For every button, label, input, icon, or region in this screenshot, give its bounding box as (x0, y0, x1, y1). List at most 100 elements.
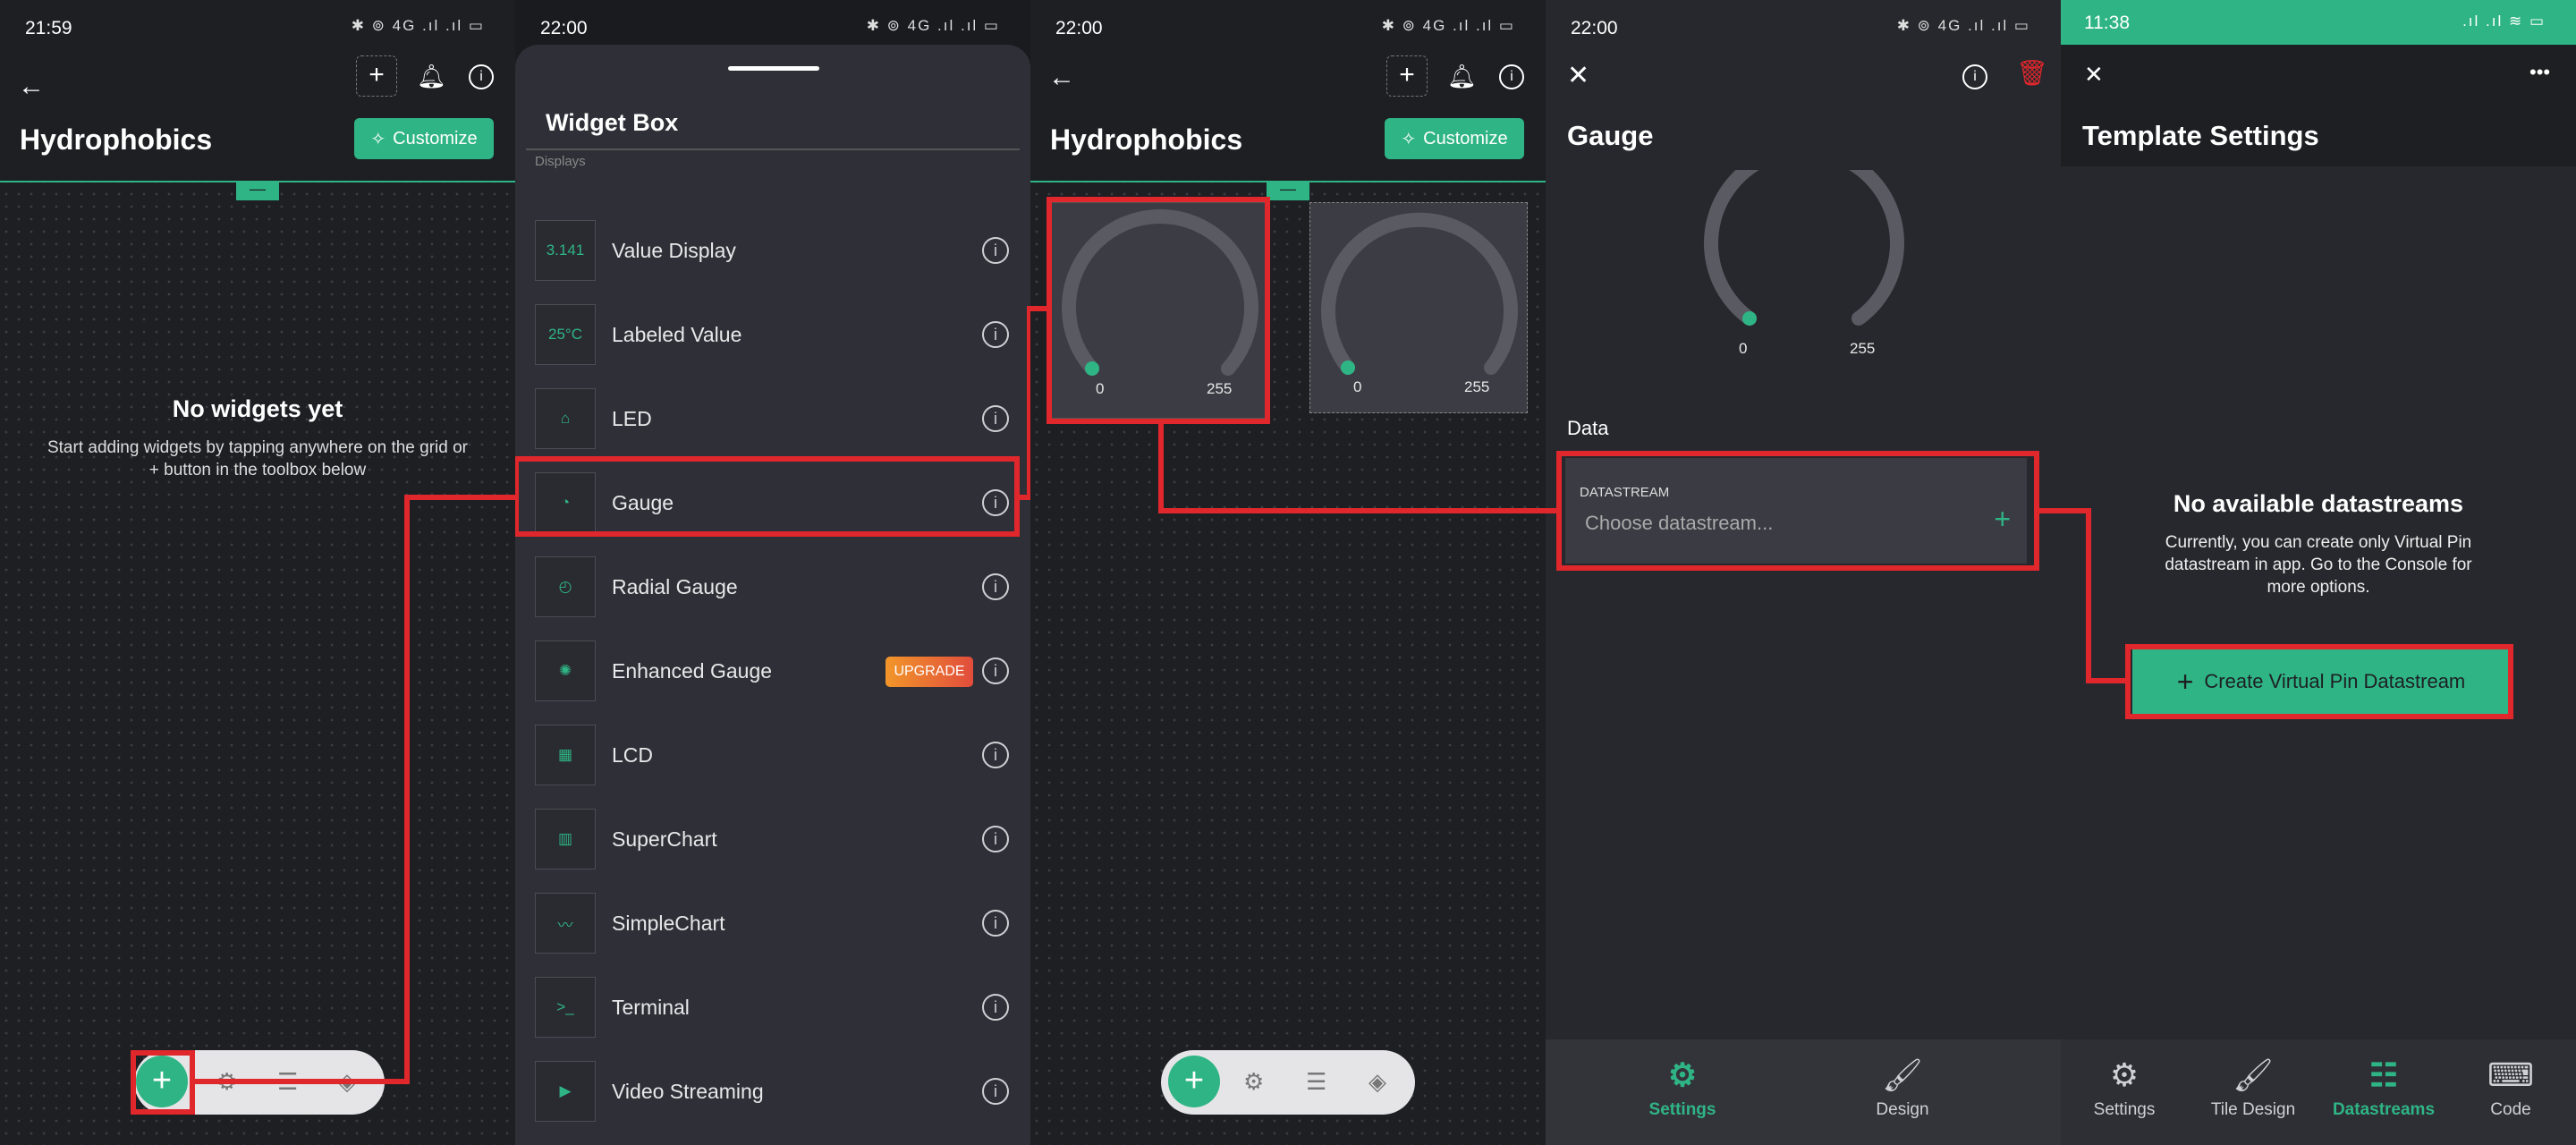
status-icons: ✱ ⊚ 4G .ıl .ıl ▭ (351, 17, 485, 34)
widget-label: SuperChart (612, 827, 717, 851)
connector-line (195, 1079, 410, 1084)
connector-line (2036, 508, 2061, 513)
lcd-icon: ▦ (535, 725, 596, 785)
bell-icon[interactable]: 🔔︎ (1447, 64, 1477, 88)
info-icon[interactable]: i (982, 910, 1009, 937)
empty-title: No widgets yet (172, 395, 343, 422)
close-icon[interactable]: ✕ (1567, 63, 1589, 89)
gauge-min: 0 (1739, 340, 1748, 357)
widget-title: Gauge (1567, 120, 1654, 151)
widget-row[interactable]: >_ Terminal i (535, 971, 1009, 1043)
status-icons: .ıl .ıl ≋ ▭ (2462, 13, 2546, 30)
empty-title: No available datastreams (2173, 490, 2464, 517)
highlight-gauge-row (515, 456, 1020, 537)
nav-label: Design (1876, 1100, 1929, 1119)
highlight-datastream (1556, 451, 2039, 571)
widget-row[interactable]: 25°C Labeled Value i (535, 299, 1009, 370)
upgrade-badge[interactable]: UPGRADE (886, 657, 973, 687)
screen-dashboard-empty: 21:59 ✱ ⊚ 4G .ıl .ıl ▭ ← + 🔔︎ i Hydropho… (0, 0, 515, 1145)
collapse-tab[interactable]: — (236, 181, 279, 200)
section-label: Displays (535, 154, 586, 169)
screen-dashboard-gauges: 22:00 ✱ ⊚ 4G .ıl .ıl ▭ ← + 🔔︎ i Hydropho… (1030, 0, 1546, 1145)
layers-icon[interactable]: ◈ (1368, 1068, 1386, 1096)
bell-icon[interactable]: 🔔︎ (417, 64, 446, 88)
gear-icon: ⚙ (2109, 1056, 2140, 1093)
customize-button[interactable]: ✧ Customize (1385, 118, 1524, 159)
widget-label: Enhanced Gauge (612, 659, 773, 683)
widget-label: Value Display (612, 239, 736, 262)
magic-wand-icon: ✧ (1401, 129, 1417, 149)
gauge-max: 255 (1850, 340, 1876, 357)
gauge-widget[interactable]: 0 255 (1309, 202, 1528, 413)
info-icon[interactable]: i (982, 573, 1009, 600)
status-bar: 22:00 ✱ ⊚ 4G .ıl .ıl ▭ (1030, 0, 1546, 55)
widget-box-title: Widget Box (546, 109, 679, 136)
back-arrow-icon[interactable]: ← (1048, 64, 1075, 91)
nav-datastreams[interactable]: ☷ Datastreams (2326, 1057, 2442, 1120)
connector-line (1158, 420, 1164, 513)
empty-text: Start adding widgets by tapping anywhere… (47, 438, 469, 479)
widget-row[interactable]: ▶ Video Streaming i (535, 1056, 1009, 1127)
widget-row[interactable]: ▦ LCD i (535, 719, 1009, 791)
highlight-gauge-widget (1046, 197, 1270, 424)
brush-icon: 🖌︎ (2233, 1056, 2274, 1093)
info-icon[interactable]: i (1962, 64, 1987, 89)
screen-gauge-settings: 22:00 ✱ ⊚ 4G .ıl .ıl ▭ ✕ i 🗑︎ Gauge 0 25… (1546, 0, 2061, 1145)
info-icon[interactable]: i (982, 742, 1009, 768)
enhanced-icon: ✺ (535, 640, 596, 701)
status-time: 22:00 (1571, 18, 1618, 38)
add-widget-icon[interactable]: + (356, 55, 397, 97)
simplechart-icon: 〰 (535, 893, 596, 954)
widget-row[interactable]: ⌂ LED i (535, 383, 1009, 454)
widget-row[interactable]: ✺ Enhanced Gauge UPGRADE i (535, 635, 1009, 707)
page-title: Template Settings (2082, 120, 2319, 151)
widget-label: LED (612, 407, 652, 430)
nav-label: Tile Design (2210, 1100, 2296, 1119)
nav-label: Settings (1648, 1100, 1716, 1119)
plus-icon[interactable]: + (1168, 1056, 1220, 1107)
info-icon[interactable]: i (982, 405, 1009, 432)
data-heading: Data (1567, 417, 1609, 439)
sliders-icon[interactable]: ☰ (1306, 1068, 1326, 1096)
info-icon[interactable]: i (982, 1078, 1009, 1105)
info-icon[interactable]: i (982, 657, 1009, 684)
info-icon[interactable]: i (982, 321, 1009, 348)
gauge-max: 255 (1464, 378, 1490, 395)
nav-tile-design[interactable]: 🖌︎ Tile Design (2195, 1057, 2311, 1120)
3141-icon: 3.141 (535, 220, 596, 281)
nav-label: Settings (2093, 1100, 2156, 1119)
widget-label: SimpleChart (612, 912, 725, 935)
connector-line (404, 495, 410, 1084)
add-widget-icon[interactable]: + (1386, 55, 1428, 97)
status-time: 11:38 (2084, 13, 2130, 33)
trash-icon[interactable]: 🗑︎ (2016, 61, 2048, 86)
status-icons: ✱ ⊚ 4G .ıl .ıl ▭ (866, 17, 1000, 34)
nav-settings[interactable]: ⚙ Settings (1624, 1057, 1741, 1120)
widget-row[interactable]: ▥ SuperChart i (535, 803, 1009, 875)
drag-handle[interactable] (728, 66, 819, 71)
status-time: 21:59 (25, 18, 72, 38)
collapse-tab[interactable]: — (1267, 181, 1309, 200)
back-arrow-icon[interactable]: ← (18, 73, 45, 100)
connector-line (2086, 508, 2091, 683)
datastreams-icon: ☷ (2368, 1056, 2399, 1093)
info-icon[interactable]: i (982, 994, 1009, 1021)
gear-icon[interactable]: ⚙ (1243, 1068, 1264, 1096)
info-icon[interactable]: i (982, 826, 1009, 852)
info-icon[interactable]: i (982, 237, 1009, 264)
widget-row[interactable]: 〰 SimpleChart i (535, 887, 1009, 959)
terminal-icon: >_ (535, 977, 596, 1038)
more-icon[interactable]: ••• (2529, 63, 2550, 82)
widget-row[interactable]: ◴ Radial Gauge i (535, 551, 1009, 623)
info-icon[interactable]: i (469, 64, 494, 89)
nav-design[interactable]: 🖌︎ Design (1844, 1057, 1961, 1120)
nav-settings[interactable]: ⚙ Settings (2066, 1057, 2182, 1120)
video-icon: ▶ (535, 1061, 596, 1122)
close-icon[interactable]: ✕ (2084, 63, 2104, 86)
widget-row[interactable]: 3.141 Value Display i (535, 215, 1009, 286)
nav-code[interactable]: ⌨ Code (2453, 1057, 2569, 1120)
widget-label: LCD (612, 743, 654, 767)
customize-button[interactable]: ✧ Customize (354, 118, 494, 159)
status-time: 22:00 (1055, 18, 1103, 38)
info-icon[interactable]: i (1499, 64, 1524, 89)
